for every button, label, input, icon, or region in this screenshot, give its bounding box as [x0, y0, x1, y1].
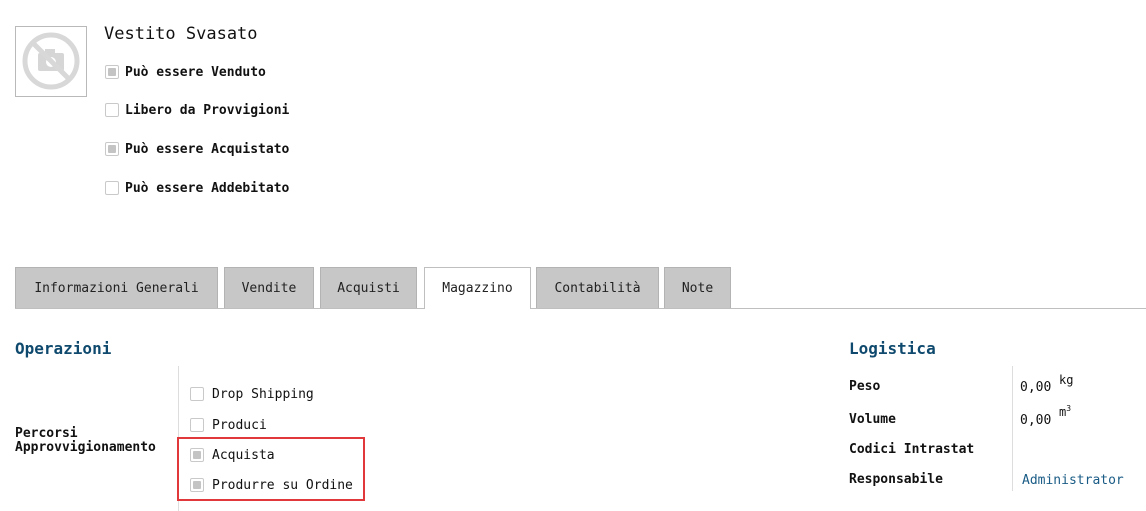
flag-can-be-expensed-label: Può essere Addebitato: [125, 180, 290, 196]
flag-can-be-expensed-checkbox[interactable]: [105, 181, 119, 195]
flag-commission-free[interactable]: Libero da Provvigioni: [105, 101, 289, 119]
tab-baseline: [15, 308, 1146, 309]
tab-notes[interactable]: Note: [664, 267, 731, 308]
tab-accounting[interactable]: Contabilità: [536, 267, 659, 308]
flag-sale-ok-checkbox[interactable]: [105, 65, 119, 79]
flag-sale-ok-label: Può essere Venduto: [125, 64, 266, 80]
tab-general-information[interactable]: Informazioni Generali: [15, 267, 218, 308]
logistics-separator: [1012, 366, 1013, 491]
flag-sale-ok[interactable]: Può essere Venduto: [105, 63, 266, 81]
tab-inventory[interactable]: Magazzino: [424, 267, 531, 309]
flag-can-be-expensed[interactable]: Può essere Addebitato: [105, 179, 289, 197]
responsible-link[interactable]: Administrator: [1022, 473, 1124, 488]
volume-label: Volume: [849, 412, 896, 427]
product-image[interactable]: [15, 26, 87, 97]
product-name[interactable]: Vestito Svasato: [104, 24, 258, 44]
route-manufacture[interactable]: Produci: [190, 416, 267, 434]
flag-purchase-ok[interactable]: Può essere Acquistato: [105, 140, 289, 158]
logistics-title: Logistica: [849, 339, 936, 358]
weight-value[interactable]: 0,00: [1020, 380, 1051, 395]
intrastat-label: Codici Intrastat: [849, 442, 975, 457]
operations-title: Operazioni: [15, 339, 112, 358]
tab-purchases[interactable]: Acquisti: [320, 267, 417, 308]
highlight-box: [177, 437, 365, 501]
responsible-label: Responsabile: [849, 472, 943, 487]
weight-unit: kg: [1059, 373, 1074, 387]
volume-value[interactable]: 0,00: [1020, 413, 1051, 428]
route-drop-shipping-label: Drop Shipping: [212, 386, 314, 402]
tab-sales[interactable]: Vendite: [224, 267, 314, 308]
no-photo-icon: [22, 32, 80, 90]
weight-label: Peso: [849, 379, 881, 394]
route-manufacture-checkbox[interactable]: [190, 418, 204, 432]
routes-label: Percorsi Approvvigionamento: [15, 426, 156, 455]
route-drop-shipping[interactable]: Drop Shipping: [190, 385, 314, 403]
volume-unit-exponent: 3: [1066, 404, 1072, 413]
route-manufacture-label: Produci: [212, 417, 267, 433]
flag-commission-free-checkbox[interactable]: [105, 103, 119, 117]
volume-unit: m3: [1059, 404, 1071, 419]
flag-purchase-ok-label: Può essere Acquistato: [125, 141, 290, 157]
flag-purchase-ok-checkbox[interactable]: [105, 142, 119, 156]
route-drop-shipping-checkbox[interactable]: [190, 387, 204, 401]
flag-commission-free-label: Libero da Provvigioni: [125, 102, 290, 118]
